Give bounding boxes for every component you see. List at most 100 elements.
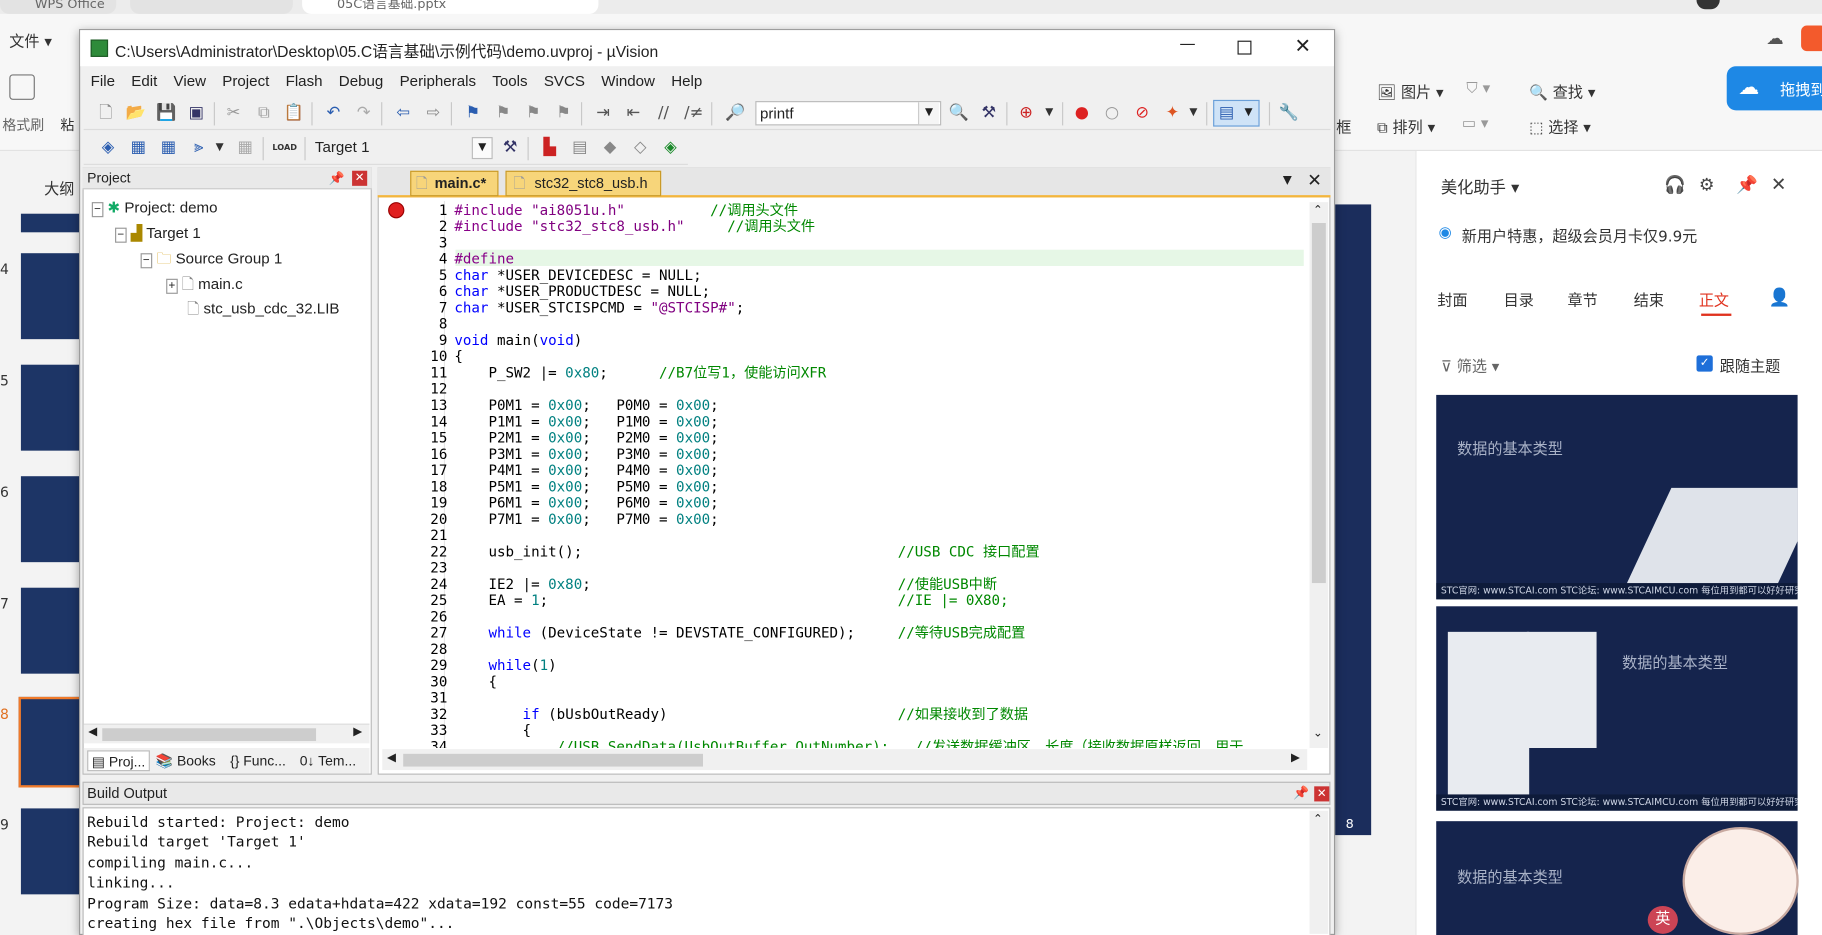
code-line[interactable]: usb_init(); //USB CDC 接口配置 [454,544,1039,560]
output-vscrollbar[interactable]: ⌃ [1309,810,1329,934]
menu-tools[interactable]: Tools [484,69,536,95]
template-card[interactable]: 数据的基本类型 STC官网: www.STCAI.com STC论坛: www.… [1436,394,1798,600]
copy-icon[interactable]: ⧉ [253,102,274,123]
download-icon[interactable]: LOAD [272,137,298,158]
editor-vscrollbar[interactable]: ⌃ ⌄ [1309,202,1329,748]
pptx-tab[interactable]: 05C语言基础.pptx [302,0,599,14]
collapse-icon[interactable]: − [115,227,127,243]
breakpoint-disable-all-icon[interactable]: ⊘ [1132,102,1153,123]
close-icon[interactable]: ✕ [1314,786,1330,802]
chevron-down-icon[interactable]: ▼ [471,137,493,160]
slide-thumb-selected[interactable] [18,696,82,788]
uncomment-icon[interactable]: /≠ [683,102,704,123]
template-card[interactable]: 数据的基本类型 STC官网: www.STCAI.com STC论坛: www.… [1436,606,1798,811]
close-icon[interactable]: ✕ [352,170,368,186]
code-line[interactable]: { [454,722,532,738]
tab-project[interactable]: ▤ Proj... [87,750,150,772]
comment-icon[interactable]: // [653,102,674,123]
bookmark-prev-icon[interactable]: ⚑ [493,102,514,123]
arrange-button[interactable]: ⧉ 排列 ▾ [1377,115,1435,137]
breakpoint-disable-icon[interactable]: ○ [1102,102,1123,123]
tab-books[interactable]: 📚 Books [156,750,216,771]
code-line[interactable]: if (bUsbOutReady) //如果接收到了数据 [454,706,1029,722]
slide-thumb[interactable] [20,476,80,563]
code-line[interactable]: P6M1 = 0x00; P6M0 = 0x00; [454,495,718,511]
nav-forward-icon[interactable]: ⇨ [423,102,444,123]
outline-tab[interactable]: 大纲 [44,177,74,198]
slide-thumb[interactable] [20,587,80,674]
collapse-icon[interactable]: − [91,202,104,218]
close-icon[interactable]: ✕ [1307,170,1322,191]
batch-build-icon[interactable]: ⫸ [188,137,209,158]
slide-thumb[interactable] [20,213,80,233]
code-line[interactable]: #include "stc32_stc8_usb.h" //调用头文件 [454,218,815,234]
bookmark-icon[interactable]: ⚑ [462,102,483,123]
scroll-right-icon[interactable]: ▶ [353,726,362,739]
find-icon[interactable]: 🔍 [948,102,969,123]
chevron-down-icon[interactable]: ▼ [1183,102,1204,123]
minimize-button[interactable]: — [1179,35,1195,54]
promo-text[interactable]: 新用户特惠，超级会员月卡仅9.9元 [1462,224,1698,246]
upload-icon[interactable]: ☁ [1766,28,1783,49]
bookmark-next-icon[interactable]: ⚑ [523,102,544,123]
slide-thumb[interactable] [20,808,80,895]
scroll-thumb[interactable] [403,753,704,767]
slide-canvas[interactable] [1333,204,1372,836]
nav-back-icon[interactable]: ⇦ [393,102,414,123]
code-line[interactable]: P_SW2 |= 0x80; //B7位写1，使能访问XFR [454,365,826,381]
slide-thumb[interactable] [20,253,80,340]
pin-icon[interactable]: 📌 [329,171,345,186]
bookmark-clear-icon[interactable]: ⚑ [553,102,574,123]
save-icon[interactable]: 💾 [156,102,177,123]
code-line[interactable]: { [454,674,497,690]
translate-icon[interactable]: ◈ [98,137,119,158]
code-line[interactable]: while(1) [454,657,556,673]
menu-project[interactable]: Project [214,69,277,95]
code-line[interactable]: void main(void) [454,332,582,348]
code-editor[interactable]: 1 #include "ai8051u.h" //调用头文件 2 #include "… [382,202,1300,748]
pin-icon[interactable]: 📌 [1293,785,1309,800]
pack-installer-icon[interactable]: ◆ [600,137,621,158]
picture-button[interactable]: 🖼 图片 ▾ [1377,80,1444,102]
select-button[interactable]: ⬚ 选择 ▾ [1529,115,1591,137]
headset-icon[interactable]: 🎧 [1664,174,1686,195]
scroll-left-icon[interactable]: ◀ [387,751,396,764]
stop-build-icon[interactable]: ▦ [235,137,256,158]
breakpoint-icon[interactable]: ● [1071,102,1092,123]
align-icon[interactable]: ▭ ▾ [1462,115,1489,132]
scroll-up-icon[interactable]: ⌃ [1313,204,1323,217]
editor-hscrollbar[interactable]: ◀ ▶ [382,749,1308,771]
target-options-icon[interactable]: ⚒ [500,137,521,158]
close-icon[interactable]: ✕ [1771,173,1787,195]
scroll-down-icon[interactable]: ⌄ [1313,727,1323,740]
project-hscrollbar[interactable]: ◀ ▶ [83,723,370,744]
scroll-up-icon[interactable]: ⌃ [1313,813,1323,826]
file-menu[interactable]: 文件 ▾ [9,29,52,51]
frame-button[interactable]: 框 [1336,115,1351,137]
code-line[interactable]: //USB_SendData(UsbOutBuffer,OutNumber); … [454,739,1244,748]
chevron-down-icon[interactable]: ▼ [917,102,939,125]
code-line[interactable]: P3M1 = 0x00; P3M0 = 0x00; [454,446,718,462]
build-icon[interactable]: ▦ [128,137,149,158]
find-in-files-icon[interactable]: 🔎 [725,102,746,123]
tree-file-lib[interactable]: 🗋 stc_usb_cdc_32.LIB [187,299,339,325]
doc-tab[interactable] [130,0,293,14]
manage-components-icon[interactable]: ▙ [539,137,560,158]
code-line[interactable]: char *USER_DEVICEDESC = NULL; [454,267,701,283]
rebuild-icon[interactable]: ▦ [158,137,179,158]
code-line[interactable]: #define [454,251,514,267]
start-debug-icon[interactable]: ⊕ [1016,102,1037,123]
maximize-button[interactable] [1237,40,1252,55]
incremental-find-icon[interactable]: ⚒ [978,102,999,123]
undo-icon[interactable]: ↶ [323,102,344,123]
tree-project-root[interactable]: − ✱ Project: demo [91,199,218,218]
tab-functions[interactable]: {} Func... [230,750,286,771]
expand-icon[interactable]: + [166,278,178,294]
tab-cover[interactable]: 封面 [1437,288,1467,310]
menu-svcs[interactable]: SVCS [536,69,593,95]
menu-edit[interactable]: Edit [123,69,165,95]
tab-chapter[interactable]: 章节 [1568,288,1598,310]
scroll-thumb[interactable] [102,728,317,742]
menu-peripherals[interactable]: Peripherals [391,69,484,95]
redo-icon[interactable]: ↷ [353,102,374,123]
